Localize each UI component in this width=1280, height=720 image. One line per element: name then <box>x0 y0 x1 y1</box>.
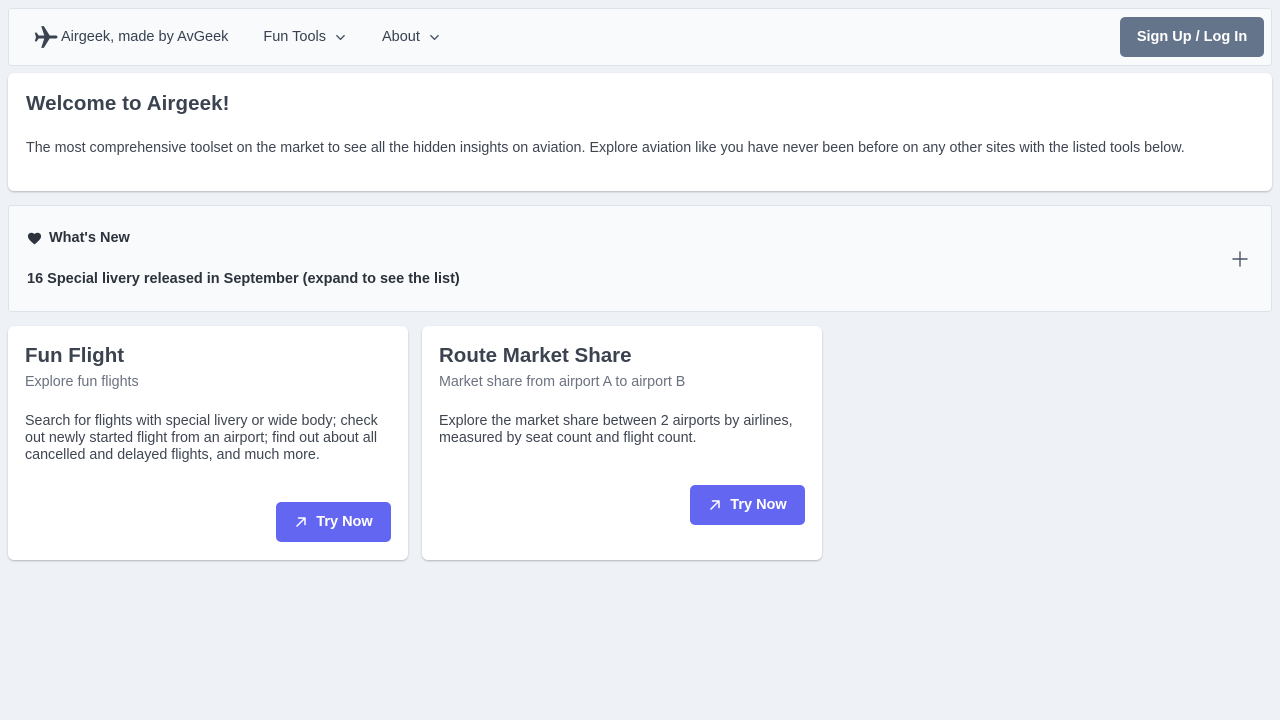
plus-icon[interactable] <box>1231 250 1249 268</box>
try-now-button[interactable]: Try Now <box>690 485 805 525</box>
menu-about-label: About <box>382 29 420 45</box>
whats-new-header: What's New <box>27 230 1253 246</box>
whats-new-summary: 16 Special livery released in September … <box>27 271 460 287</box>
try-now-button[interactable]: Try Now <box>276 502 391 542</box>
try-now-label: Try Now <box>316 514 373 530</box>
heart-icon <box>27 232 42 244</box>
welcome-panel: Welcome to Airgeek! The most comprehensi… <box>8 73 1272 191</box>
arrow-up-right-icon <box>710 500 721 510</box>
try-now-label: Try Now <box>730 497 787 513</box>
welcome-title: Welcome to Airgeek! <box>26 92 230 115</box>
card-description: Search for flights with special livery o… <box>25 413 378 463</box>
chevron-down-icon <box>430 34 439 40</box>
card-subtitle: Market share from airport A to airport B <box>439 374 686 390</box>
card-route-market-share: Route Market Share Market share from air… <box>422 326 822 560</box>
card-fun-flight: Fun Flight Explore fun flights Search fo… <box>8 326 408 560</box>
airplane-icon <box>34 26 58 48</box>
card-description: Explore the market share between 2 airpo… <box>439 413 793 446</box>
chevron-down-icon <box>336 34 345 40</box>
card-title: Route Market Share <box>439 344 632 367</box>
whats-new-panel[interactable]: What's New 16 Special livery released in… <box>8 205 1272 312</box>
card-subtitle: Explore fun flights <box>25 374 139 390</box>
menu-fun-tools-label: Fun Tools <box>263 29 326 45</box>
welcome-description: The most comprehensive toolset on the ma… <box>26 140 1185 156</box>
brand-name: Airgeek, made by AvGeek <box>61 29 229 45</box>
menu-about[interactable]: About <box>382 29 440 45</box>
arrow-up-right-icon <box>296 517 307 527</box>
whats-new-title: What's New <box>49 230 130 246</box>
signup-login-button[interactable]: Sign Up / Log In <box>1120 17 1264 57</box>
top-navbar: Airgeek, made by AvGeek Fun Tools About … <box>8 8 1272 66</box>
card-title: Fun Flight <box>25 344 125 367</box>
menu-fun-tools[interactable]: Fun Tools <box>263 29 346 45</box>
brand-link[interactable]: Airgeek, made by AvGeek <box>33 24 228 50</box>
